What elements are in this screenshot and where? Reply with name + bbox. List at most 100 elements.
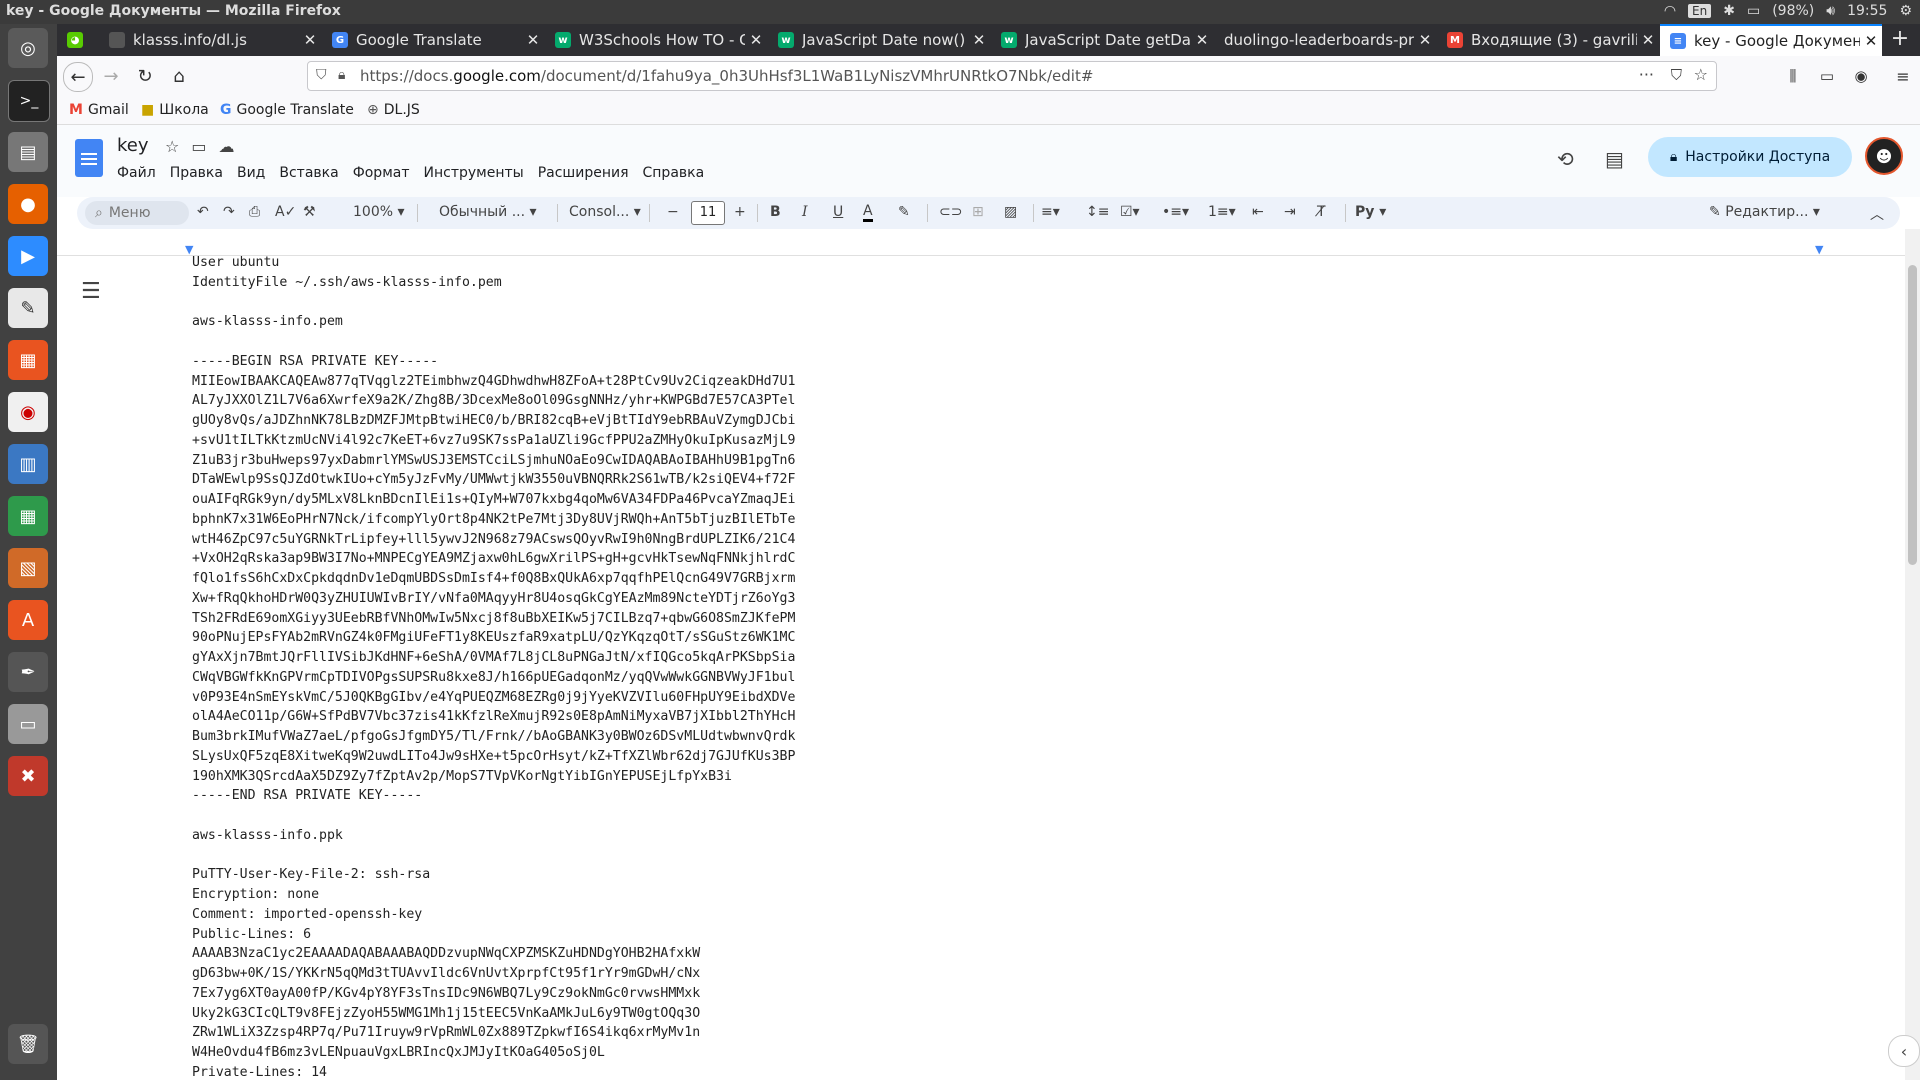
text-color-icon[interactable]: A [863,204,873,222]
home-icon[interactable]: ⌂ [165,62,193,90]
document-line[interactable]: -----BEGIN RSA PRIVATE KEY----- [192,354,438,369]
files-cabinet-icon[interactable]: ▤ [8,132,48,172]
trash-icon[interactable]: 🗑︎ [8,1024,48,1064]
document-line[interactable]: aws-klasss-info.ppk [192,828,343,843]
document-line[interactable]: User ubuntu [192,255,279,270]
bookmark-star-icon[interactable]: ☆ [1694,65,1708,84]
tab-close-icon[interactable]: ✕ [745,31,767,49]
document-line[interactable]: -----END RSA PRIVATE KEY----- [192,788,422,803]
side-panel-chevron-left-icon[interactable]: ‹ [1888,1035,1920,1067]
redo-icon[interactable]: ↷ [223,204,235,220]
ruler[interactable]: ▼ ▼ [57,229,1905,256]
wifi-icon[interactable]: ◠ [1664,3,1676,19]
new-tab-plus-icon[interactable]: + [1886,24,1914,56]
decrease-font-size-icon[interactable]: − [667,204,679,220]
underline-icon[interactable]: U [833,204,843,220]
bookmark-gmail[interactable]: M Gmail [69,102,129,118]
align-left-icon[interactable]: ≡▾ [1041,204,1060,220]
menu-view[interactable]: Вид [237,165,265,181]
document-canvas[interactable]: ▼ ▼ ☰ User ubuntu IdentityFile ~/.ssh/aw… [57,229,1905,1080]
version-history-icon[interactable]: ⟲ [1557,147,1574,171]
document-line[interactable]: gD63bw+0K/1S/YKKrN5qQMd3tTUAvvIldc6VnUvt… [192,966,700,981]
bold-icon[interactable]: B [770,204,781,220]
scrollbar-thumb[interactable] [1908,265,1917,565]
lock-icon[interactable]: 🔒︎ [338,67,345,83]
input-tools-icon[interactable]: Pу ▾ [1355,204,1386,220]
tab-close-icon[interactable]: ✕ [522,31,544,49]
add-comment-icon[interactable]: ⊞ [972,204,984,220]
tab-google-docs-key[interactable]: ≡ key - Google Документы ✕ [1660,24,1882,56]
document-line[interactable]: PuTTY-User-Key-File-2: ssh-rsa [192,867,430,882]
libreoffice-impress-icon[interactable]: ▧ [8,548,48,588]
font-size-input[interactable]: 11 [691,201,725,225]
back-arrow-icon[interactable]: ← [63,62,93,92]
sidebar-icon[interactable]: ▭ [1813,62,1841,90]
tab-close-icon[interactable]: ✕ [299,31,321,49]
tab-google-translate[interactable]: G Google Translate ✕ [322,24,544,56]
share-button[interactable]: 🔒︎ Настройки Доступа [1648,137,1852,177]
volume-icon[interactable]: 🔊︎ [1826,3,1835,19]
document-line[interactable]: 190hXMK3QSrcdAaX5DZ9Zy7fZptAv2p/MopS7TVp… [192,769,732,784]
account-icon[interactable]: ◉ [1847,62,1875,90]
document-line[interactable]: MIIEowIBAAKCAQEAw877qTVqglz2TEimbhwzQ4GD… [192,374,795,389]
launcher-home-icon[interactable]: ◎ [8,28,48,68]
software-center-icon[interactable]: ▦ [8,340,48,380]
terminal-icon[interactable]: >_ [8,80,50,122]
menu-insert[interactable]: Вставка [279,165,338,181]
library-icon[interactable]: ⫼ [1779,62,1807,90]
paragraph-style-select[interactable]: Обычный ... ▾ [439,204,537,220]
document-line[interactable]: Public-Lines: 6 [192,927,311,942]
text-editor-icon[interactable]: ✎ [8,288,48,328]
insert-image-icon[interactable]: ▨ [1004,204,1017,220]
move-folder-icon[interactable]: ▭ [191,137,206,156]
increase-font-size-icon[interactable]: + [734,204,746,220]
document-line[interactable]: Comment: imported-openssh-key [192,907,422,922]
document-title[interactable]: key [117,135,149,156]
undo-icon[interactable]: ↶ [197,204,209,220]
document-body-text[interactable]: User ubuntu IdentityFile ~/.ssh/aws-klas… [192,253,795,1083]
font-family-select[interactable]: Consol... ▾ [569,204,641,220]
hamburger-menu-icon[interactable]: ≡ [1889,62,1917,90]
ubuntu-software-icon[interactable]: A [8,600,48,640]
clock[interactable]: 19:55 [1847,3,1887,19]
document-line[interactable]: gYAxXjn7BmtJQrFllIVSibJKdHNF+6eShA/0VMAf… [192,650,795,665]
tab-close-icon[interactable]: ✕ [1414,31,1436,49]
insert-link-icon[interactable]: ⊂⊃ [939,204,962,220]
bookmark-google-translate[interactable]: G Google Translate [220,102,354,118]
decrease-indent-icon[interactable]: ⇤ [1252,204,1264,220]
document-line[interactable]: DTaWEwlp9SsQJZdOtwkIUo+cYm5yJzFvMy/UMWwt… [192,472,795,487]
document-line[interactable]: gUOy8vQs/aJDZhnNK78LBzDMZFJMtpBtwiHEC0/b… [192,413,795,428]
document-line[interactable]: TSh2FRdE69omXGiyy3UEebRBfVNhOMwIw5Nxcj8f… [192,611,795,626]
reload-icon[interactable]: ↻ [131,62,159,90]
hide-menus-chevron-up-icon[interactable]: ︿ [1870,204,1884,224]
clear-formatting-icon[interactable]: T̸ [1317,204,1326,220]
forward-arrow-icon[interactable]: → [97,62,125,90]
document-line[interactable]: Bum3brkIMufVWaZ7aeL/pfgoGsJfgmDY5/Tl/Frn… [192,729,795,744]
tab-js-date-getday[interactable]: w JavaScript Date getDay ✕ [991,24,1213,56]
document-line[interactable]: SLysUxQF5zqE8XitweKq9W2uwdLITo4Jw9sHXe+t… [192,749,795,764]
paint-format-icon[interactable]: ⚒ [303,204,316,220]
bookmark-school[interactable]: ■ Школа [141,102,209,118]
tab-w3schools-howto[interactable]: w W3Schools How TO - Co ✕ [545,24,767,56]
inkscape-icon[interactable]: ✒ [8,652,48,692]
tab-close-icon[interactable]: ✕ [1860,32,1882,50]
avatar[interactable]: ☻ [1865,137,1903,175]
keyboard-language[interactable]: En [1688,4,1712,18]
print-icon[interactable]: ⎙ [249,204,260,220]
document-line[interactable]: Private-Lines: 14 [192,1065,327,1080]
tab-js-date-now[interactable]: w JavaScript Date now() M ✕ [768,24,990,56]
tab-pinned-duolingo[interactable]: ◕ [57,24,97,56]
document-line[interactable]: fQlo1fsS6hCxDxCpkdqdnDv1eDqmUBDSsDmIsf4+… [192,571,795,586]
system-settings-icon[interactable]: ✖ [8,756,48,796]
address-bar[interactable]: ⛉ 🔒︎ https://docs.google.com/document/d/… [307,61,1717,91]
document-line[interactable]: W4HeOvdu4fB6mz3vLENpuauVgxLBRIncQxJMJyIt… [192,1045,605,1060]
italic-icon[interactable]: I [802,204,808,220]
line-spacing-icon[interactable]: ↕≡ [1086,204,1109,220]
tab-close-icon[interactable]: ✕ [1637,31,1659,49]
menu-edit[interactable]: Правка [170,165,223,181]
zoom-icon[interactable]: ▶ [8,236,48,276]
document-line[interactable]: 7Ex7yg6XT0ayA00fP/KGv4pY8YF3sTnsIDc9N6WB… [192,986,700,1001]
spellcheck-icon[interactable]: A✓ [275,204,296,220]
page-actions-more-icon[interactable]: ··· [1639,65,1654,84]
increase-indent-icon[interactable]: ⇥ [1284,204,1296,220]
